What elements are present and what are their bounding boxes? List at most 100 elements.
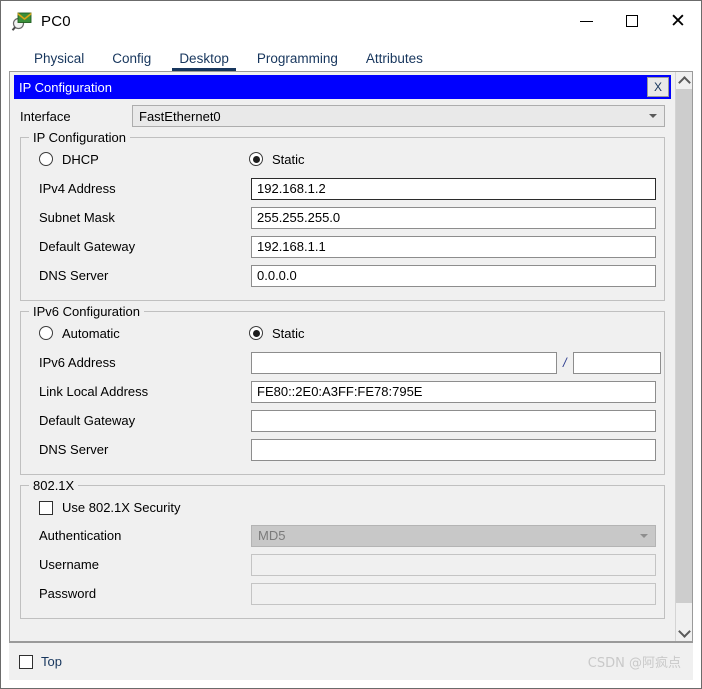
ipv4-group-title: IP Configuration: [29, 130, 130, 145]
ipv6-mode-row: Automatic Static: [29, 320, 656, 346]
device-tabs: Physical Config Desktop Programming Attr…: [1, 41, 701, 71]
window-footer: Top CSDN @阿疯点: [9, 642, 693, 680]
ip-config-dialog-title: IP Configuration: [19, 79, 112, 95]
checkbox-unchecked-icon: [39, 500, 53, 515]
interface-select[interactable]: FastEthernet0: [132, 105, 665, 127]
window-titlebar: PC0 ✕: [1, 1, 701, 41]
chevron-down-icon: [649, 114, 657, 118]
ipv6-dns-input[interactable]: [251, 438, 656, 461]
subnet-mask-label: Subnet Mask: [39, 210, 115, 225]
watermark: CSDN @阿疯点: [587, 656, 681, 671]
ipv6-address-row: IPv6 Address /: [29, 348, 661, 377]
window-controls: ✕: [563, 1, 701, 41]
ipv4-dhcp-option[interactable]: DHCP: [39, 152, 249, 167]
dot1x-username-label: Username: [39, 557, 99, 572]
ipv6-static-option[interactable]: Static: [249, 326, 305, 341]
authentication-select[interactable]: MD5: [251, 524, 656, 547]
dot1x-username-input[interactable]: [251, 553, 656, 576]
ipv6-group-title: IPv6 Configuration: [29, 304, 144, 319]
ipv6-address-input[interactable]: [251, 351, 557, 374]
ipv4-static-option[interactable]: Static: [249, 152, 305, 167]
close-button[interactable]: ✕: [655, 1, 701, 41]
ipv4-dhcp-label: DHCP: [62, 151, 99, 167]
interface-select-value: FastEthernet0: [139, 108, 221, 124]
scroll-region: IP Configuration X Interface FastEtherne…: [10, 72, 692, 641]
dot1x-username-row: Username: [29, 550, 656, 579]
checkbox-unchecked-icon[interactable]: [19, 654, 33, 669]
authentication-select-value: MD5: [258, 528, 286, 543]
link-local-address-input[interactable]: FE80::2E0:A3FF:FE78:795E: [251, 380, 656, 403]
interface-label: Interface: [20, 108, 71, 124]
ip-config-close-button[interactable]: X: [647, 77, 669, 97]
ipv6-gateway-input[interactable]: [251, 409, 656, 432]
ipv4-dns-row: DNS Server 0.0.0.0: [29, 261, 656, 290]
ipv4-mode-row: DHCP Static: [29, 146, 656, 172]
link-local-address-label: Link Local Address: [39, 384, 149, 399]
subnet-mask-input[interactable]: 255.255.255.0: [251, 206, 656, 229]
ipv4-dns-label: DNS Server: [39, 268, 109, 283]
radio-unchecked-icon: [39, 152, 53, 166]
close-icon: ✕: [670, 9, 686, 32]
tab-config[interactable]: Config: [101, 51, 162, 71]
tab-programming[interactable]: Programming: [246, 51, 349, 71]
chevron-down-icon: [677, 624, 691, 638]
ipv4-gateway-row: Default Gateway 192.168.1.1: [29, 232, 656, 261]
tab-attributes[interactable]: Attributes: [355, 51, 434, 71]
minimize-icon: [579, 20, 593, 22]
subnet-mask-row: Subnet Mask 255.255.255.0: [29, 203, 656, 232]
chevron-up-icon: [677, 75, 691, 89]
ipv4-gateway-label: Default Gateway: [39, 239, 136, 254]
maximize-icon: [626, 15, 638, 27]
chevron-down-icon: [640, 533, 648, 538]
dot1x-password-label: Password: [39, 586, 97, 601]
ip-configuration-panel: IP Configuration X Interface FastEtherne…: [10, 72, 675, 641]
ipv6-automatic-option[interactable]: Automatic: [39, 326, 249, 341]
dot1x-group: 802.1X Use 802.1X Security Authenticatio…: [20, 478, 665, 619]
interface-row: Interface FastEthernet0: [20, 105, 665, 127]
radio-unchecked-icon: [39, 326, 53, 340]
bottom-padding: [1, 680, 701, 688]
pc0-window: PC0 ✕ Physical Config Desktop Programmin…: [0, 0, 702, 689]
dot1x-password-row: Password: [29, 579, 656, 608]
authentication-row: Authentication MD5: [29, 521, 656, 550]
ipv6-gateway-label: Default Gateway: [39, 413, 136, 428]
tab-desktop[interactable]: Desktop: [168, 51, 240, 71]
scrollbar-thumb[interactable]: [676, 89, 692, 603]
scroll-down-button[interactable]: [676, 624, 692, 641]
scroll-up-button[interactable]: [676, 72, 692, 89]
authentication-label: Authentication: [39, 528, 122, 543]
vertical-scrollbar[interactable]: [675, 72, 692, 641]
ipv6-dns-label: DNS Server: [39, 442, 109, 457]
ipv6-prefix-length-input[interactable]: [572, 351, 661, 374]
packet-tracer-pc-icon: [11, 10, 33, 32]
ipv4-static-label: Static: [272, 151, 305, 167]
ipv4-address-row: IPv4 Address 192.168.1.2: [29, 174, 656, 203]
link-local-address-row: Link Local Address FE80::2E0:A3FF:FE78:7…: [29, 377, 656, 406]
ipv6-gateway-row: Default Gateway: [29, 406, 656, 435]
ipv6-configuration-group: IPv6 Configuration Automatic Static IPv6…: [20, 304, 665, 475]
radio-checked-icon: [249, 326, 263, 340]
window-title: PC0: [41, 12, 71, 30]
dot1x-password-input[interactable]: [251, 582, 656, 605]
ipv4-address-input[interactable]: 192.168.1.2: [251, 177, 656, 200]
ipv6-prefix-separator: /: [563, 355, 567, 370]
ipv4-dns-input[interactable]: 0.0.0.0: [251, 264, 656, 287]
desktop-content-frame: IP Configuration X Interface FastEtherne…: [9, 71, 693, 642]
top-checkbox-label: Top: [41, 654, 62, 669]
ipv6-static-label: Static: [272, 325, 305, 341]
maximize-button[interactable]: [609, 1, 655, 41]
dot1x-group-title: 802.1X: [29, 478, 79, 493]
radio-checked-icon: [249, 152, 263, 166]
ip-config-dialog-titlebar: IP Configuration X: [14, 75, 671, 99]
ipv4-configuration-group: IP Configuration DHCP Static IPv4 Addres…: [20, 130, 665, 301]
ipv4-address-label: IPv4 Address: [39, 181, 116, 196]
ipv6-address-label: IPv6 Address: [39, 355, 116, 370]
use-dot1x-security-label: Use 802.1X Security: [62, 500, 181, 515]
ipv4-gateway-input[interactable]: 192.168.1.1: [251, 235, 656, 258]
ipv6-dns-row: DNS Server: [29, 435, 656, 464]
ipv6-automatic-label: Automatic: [62, 325, 120, 341]
use-dot1x-security-row[interactable]: Use 802.1X Security: [29, 494, 656, 521]
minimize-button[interactable]: [563, 1, 609, 41]
scrollbar-track[interactable]: [676, 89, 692, 624]
tab-physical[interactable]: Physical: [23, 51, 95, 71]
